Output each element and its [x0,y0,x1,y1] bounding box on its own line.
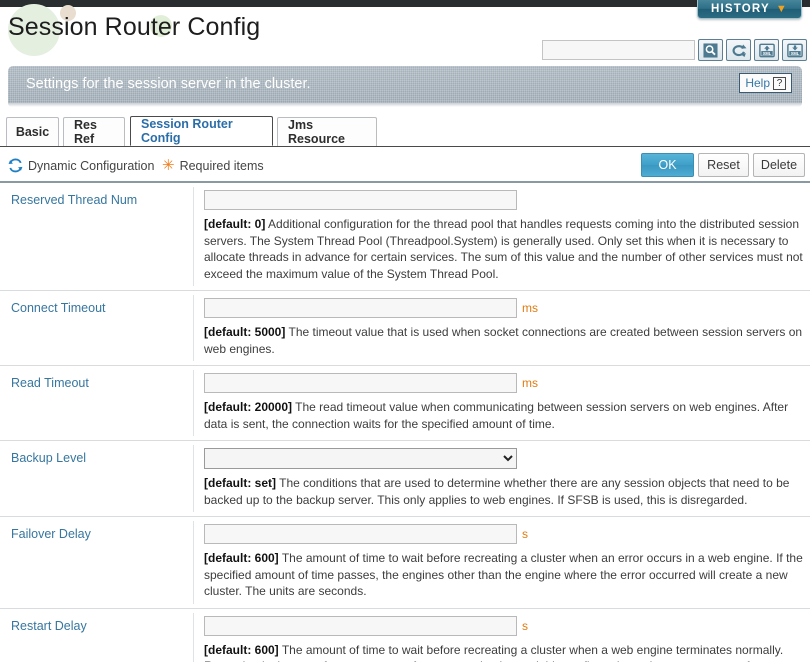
field-description-text: The amount of time to wait before recrea… [204,551,803,598]
restart-delay-input[interactable] [204,615,517,636]
field-default-tag: [default: set] [204,476,276,490]
row-divider [193,445,194,512]
xml-upload-button[interactable]: XML [754,39,779,61]
tab-bar: Basic Res Ref Session Router Config Jms … [0,116,810,146]
search-button[interactable] [698,39,723,61]
field-description: [default: 20000] The read timeout value … [204,399,804,432]
tab-baseline [0,146,810,147]
read-timeout-unit: ms [522,376,538,390]
field-description: [default: set] The conditions that are u… [204,475,804,508]
field-description-text: The read timeout value when communicatin… [204,400,789,431]
reserved-thread-num-input[interactable] [204,190,517,210]
field-label-failover-delay: Failover Delay [11,527,91,541]
connect-timeout-input[interactable] [204,298,517,318]
page-title: Session Router Config [8,13,261,41]
tab-basic[interactable]: Basic [6,117,59,146]
delete-button[interactable]: Delete [753,153,805,177]
search-icon [703,42,718,58]
form-row: Connect Timeout ms [default: 5000] The t… [0,291,810,366]
field-default-tag: [default: 20000] [204,400,293,414]
form-row: Read Timeout ms [default: 20000] The rea… [0,366,810,441]
subheader-text: Settings for the session server in the c… [26,76,311,92]
connect-timeout-unit: ms [522,301,538,315]
field-default-tag: [default: 600] [204,551,279,565]
field-description: [default: 600] The amount of time to wai… [204,642,804,662]
subheader-bar: Settings for the session server in the c… [8,66,802,103]
svg-text:XML: XML [762,50,771,55]
failover-delay-input[interactable] [204,524,517,544]
history-button-label: HISTORY [711,3,770,15]
field-label-connect-timeout: Connect Timeout [11,301,106,315]
reload-button[interactable] [726,39,751,61]
field-default-tag: [default: 5000] [204,325,286,339]
read-timeout-input[interactable] [204,373,517,393]
row-divider [193,612,194,662]
settings-form: Reserved Thread Num [default: 0] Additio… [0,183,810,662]
toolbar-search-row: XML XML [0,39,810,64]
field-description-text: The conditions that are used to determin… [204,476,790,507]
row-divider [193,370,194,436]
field-description-text: The amount of time to wait before recrea… [204,642,796,662]
help-button[interactable]: Help ? [739,73,792,93]
help-icon: ? [773,76,786,90]
tab-res-ref[interactable]: Res Ref [63,117,125,146]
tab-jms-resource[interactable]: Jms Resource [277,117,377,146]
field-label-read-timeout: Read Timeout [11,376,89,390]
field-label-restart-delay: Restart Delay [11,618,87,633]
field-description: [default: 600] The amount of time to wai… [204,550,804,600]
form-row: Failover Delay s [default: 600] The amou… [0,517,810,609]
row-divider [193,521,194,604]
field-description: [default: 5000] The timeout value that i… [204,324,804,357]
restart-delay-unit: s [522,618,528,633]
help-button-label: Help [745,76,770,90]
form-row: Backup Level [default: set] The conditio… [0,441,810,517]
svg-text:XML: XML [790,50,799,55]
field-description-text: The timeout value that is used when sock… [204,325,803,356]
reset-button[interactable]: Reset [698,153,749,177]
field-default-tag: [default: 600] [204,642,279,657]
subheader-shadow [8,103,802,107]
chevron-down-icon: ▼ [775,2,788,15]
page-root: Session Router Config HISTORY ▼ XML XML … [0,0,810,662]
form-row: Restart Delay s [default: 600] The amoun… [0,609,810,662]
form-row: Reserved Thread Num [default: 0] Additio… [0,183,810,291]
backup-level-select[interactable] [204,448,517,469]
window-top-strip [0,0,810,7]
xml-upload-icon: XML [758,43,775,57]
xml-download-icon: XML [786,43,803,57]
refresh-icon [732,43,746,57]
field-description-text: Additional configuration for the thread … [204,217,803,281]
field-default-tag: [default: 0] [204,217,266,231]
failover-delay-unit: s [522,527,528,541]
field-label-reserved-thread-num: Reserved Thread Num [11,193,138,207]
field-label-backup-level: Backup Level [11,451,87,465]
search-input[interactable] [542,40,695,60]
action-button-row: OK Reset Delete [0,153,810,179]
xml-download-button[interactable]: XML [782,39,807,61]
row-divider [193,295,194,361]
field-description: [default: 0] Additional configuration fo… [204,216,804,282]
ok-button[interactable]: OK [641,153,694,177]
tab-session-router-config[interactable]: Session Router Config [130,116,273,146]
history-button[interactable]: HISTORY ▼ [697,0,802,19]
row-divider [193,187,194,286]
